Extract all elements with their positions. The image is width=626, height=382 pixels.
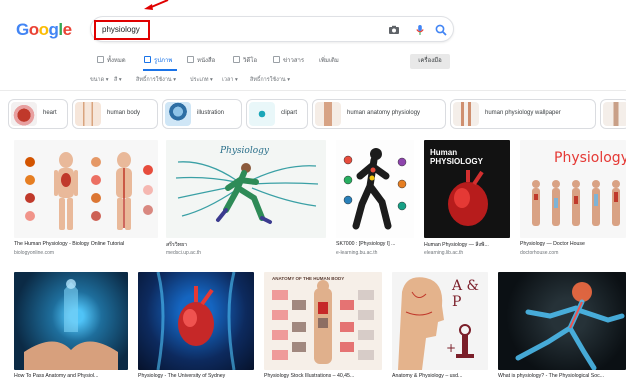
- runner-organs-figure: [343, 148, 407, 230]
- results-row-2: How To Pass Anatomy and Physiol... Physi…: [0, 272, 626, 382]
- tab-all[interactable]: ทั้งหมด: [97, 55, 126, 65]
- chip-thumbnail: [603, 102, 626, 126]
- filter-type[interactable]: ประเภท ▾: [190, 76, 213, 84]
- result-image[interactable]: [14, 272, 128, 370]
- result-tile[interactable]: Physiology สรีรวิทยา medsci.up.ac.th: [166, 140, 326, 262]
- filter-license[interactable]: สิทธิ์การใช้งาน ▾: [250, 76, 290, 84]
- result-caption[interactable]: สรีรวิทยา: [166, 241, 326, 249]
- camera-icon[interactable]: [387, 23, 401, 37]
- result-site: biologyonline.com: [14, 250, 55, 256]
- chip-more[interactable]: [600, 99, 626, 129]
- search-small-icon: [97, 56, 104, 63]
- result-tile[interactable]: Physiology - The University of Sydney: [138, 272, 254, 382]
- chip-human-physiology-wallpaper[interactable]: human physiology wallpaper: [450, 99, 596, 129]
- result-image[interactable]: [336, 140, 414, 238]
- result-caption[interactable]: SK7000 : [Physiology I] ...: [336, 241, 414, 247]
- search-icon[interactable]: [434, 23, 448, 37]
- result-caption[interactable]: What is physiology? - The Physiological …: [498, 373, 626, 379]
- result-site: elearning.lib.ac.th: [424, 250, 464, 256]
- tab-videos[interactable]: วิดีโอ: [233, 55, 257, 65]
- result-image[interactable]: [14, 140, 158, 238]
- chip-illustration[interactable]: illustration: [162, 99, 242, 129]
- filter-time[interactable]: เวลา ▾: [222, 76, 238, 84]
- result-tile[interactable]: A & P + Anatomy & Physiology – usd...: [392, 272, 488, 382]
- result-tile[interactable]: How To Pass Anatomy and Physiol...: [14, 272, 128, 382]
- result-tile[interactable]: Human PHYSIOLOGY Human Physiology — สิ่ง…: [424, 140, 510, 262]
- result-image[interactable]: A & P +: [392, 272, 488, 370]
- chip-thumbnail: [11, 102, 37, 126]
- result-caption[interactable]: Physiology — Doctor House: [520, 241, 626, 247]
- header-divider: [0, 90, 626, 91]
- result-caption[interactable]: Physiology - The University of Sydney: [138, 373, 254, 379]
- chip-human-anatomy-physiology[interactable]: human anatomy physiology: [312, 99, 446, 129]
- chip-heart[interactable]: heart: [8, 99, 68, 129]
- filter-size[interactable]: ขนาด ▾: [90, 76, 108, 84]
- result-tile[interactable]: Physiology Physiology — Doctor House doc…: [520, 140, 626, 262]
- tools-button[interactable]: เครื่องมือ: [410, 54, 450, 69]
- result-tile[interactable]: The Human Physiology - Biology Online Tu…: [14, 140, 158, 262]
- head-anatomy-figure: +: [398, 277, 474, 370]
- related-searches-chips: heart human body illustration clipart hu…: [8, 99, 626, 129]
- heart-book-cover: [448, 170, 488, 226]
- chip-thumbnail: [165, 102, 191, 126]
- google-logo[interactable]: Google: [16, 20, 72, 40]
- result-site: e-learning.bu.ac.th: [336, 250, 378, 256]
- chip-clipart[interactable]: clipart: [246, 99, 308, 129]
- result-caption[interactable]: Human Physiology — สิ่งพิ...: [424, 241, 510, 249]
- search-input[interactable]: physiology: [102, 25, 140, 34]
- xray-heart-figure: [156, 272, 236, 370]
- result-site: doctorhouse.com: [520, 250, 559, 256]
- result-caption[interactable]: How To Pass Anatomy and Physiol...: [14, 373, 128, 379]
- tab-more[interactable]: เพิ่มเติม: [319, 55, 339, 65]
- mic-icon[interactable]: [413, 23, 427, 37]
- result-image[interactable]: Physiology: [520, 140, 626, 238]
- chip-thumbnail: [315, 102, 341, 126]
- chip-human-body[interactable]: human body: [72, 99, 158, 129]
- query-highlight-box: physiology: [94, 20, 150, 40]
- result-image[interactable]: [138, 272, 254, 370]
- chip-thumbnail: [249, 102, 275, 126]
- video-icon: [233, 56, 240, 63]
- result-site: medsci.up.ac.th: [166, 250, 202, 256]
- result-image[interactable]: Human PHYSIOLOGY: [424, 140, 510, 238]
- result-caption[interactable]: Physiology Stock Illustrations – 40,45..…: [264, 373, 382, 379]
- image-icon: [144, 56, 151, 63]
- result-tile[interactable]: SK7000 : [Physiology I] ... e-learning.b…: [336, 140, 414, 262]
- news-icon: [273, 56, 280, 63]
- filter-rights[interactable]: สิทธิ์การใช้งาน ▾: [136, 76, 176, 84]
- tab-images[interactable]: รูปภาพ: [144, 55, 172, 65]
- hands-hologram-figure: [24, 279, 118, 370]
- result-tile[interactable]: What is physiology? - The Physiological …: [498, 272, 626, 382]
- body-figures-row: [532, 180, 620, 226]
- result-caption[interactable]: Anatomy & Physiology – usd...: [392, 373, 488, 379]
- active-tab-underline: [143, 69, 177, 71]
- tab-books[interactable]: หนังสือ: [187, 55, 215, 65]
- glowing-body-figure: [515, 282, 625, 370]
- human-physiology-figure: [25, 152, 153, 230]
- book-icon: [187, 56, 194, 63]
- chip-thumbnail: [453, 102, 479, 126]
- filter-color[interactable]: สี ▾: [114, 76, 122, 84]
- search-bar[interactable]: physiology: [90, 16, 454, 42]
- running-man-mindmap: [175, 161, 319, 224]
- result-tile[interactable]: ANATOMY OF THE HUMAN BODY Physiology Sto…: [264, 272, 382, 382]
- chip-thumbnail: [75, 102, 101, 126]
- tab-news[interactable]: ข่าวสาร: [273, 55, 304, 65]
- result-image[interactable]: Physiology: [166, 140, 326, 238]
- result-image[interactable]: [498, 272, 626, 370]
- results-row-1: The Human Physiology - Biology Online Tu…: [0, 140, 626, 262]
- search-header: Google physiology ทั้งหมด รูปภาพ หนังสือ…: [0, 0, 626, 90]
- result-caption[interactable]: The Human Physiology - Biology Online Tu…: [14, 241, 158, 247]
- svg-text:+: +: [446, 341, 456, 355]
- annotation-arrow: [144, 0, 169, 10]
- anatomy-chart-figure: [272, 280, 374, 364]
- result-image[interactable]: ANATOMY OF THE HUMAN BODY: [264, 272, 382, 370]
